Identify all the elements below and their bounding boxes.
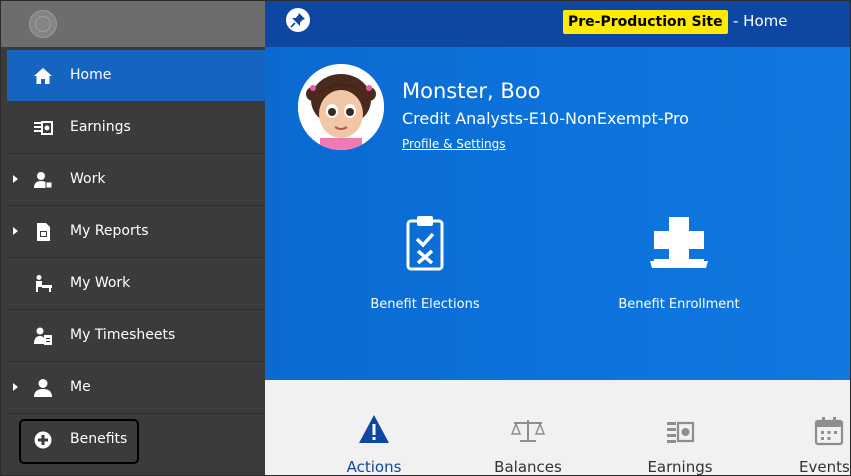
tab-actions[interactable]: Actions bbox=[317, 380, 431, 475]
tab-earnings[interactable]: Earnings bbox=[629, 380, 731, 475]
tab-label: Actions bbox=[346, 458, 402, 476]
page-title: - Home bbox=[733, 12, 788, 30]
bottom-tab-bar: Actions Balances Earnings Events bbox=[265, 380, 850, 475]
profile-settings-link[interactable]: Profile & Settings bbox=[402, 137, 506, 151]
home-icon bbox=[34, 68, 52, 84]
pre-production-badge: Pre-Production Site bbox=[563, 10, 728, 34]
tab-label: Events bbox=[799, 458, 850, 476]
sidebar-item-work[interactable]: Work bbox=[7, 154, 265, 206]
expand-arrow-icon[interactable] bbox=[13, 227, 18, 235]
warning-icon bbox=[359, 415, 389, 443]
clipboard-check-icon bbox=[406, 216, 444, 271]
sidebar-item-label: Earnings bbox=[70, 119, 131, 135]
tab-label: Balances bbox=[494, 458, 562, 476]
pin-button[interactable] bbox=[286, 8, 310, 32]
sidebar: Home Earnings Work My Reports My Work My… bbox=[1, 1, 265, 475]
app-logo[interactable] bbox=[29, 10, 57, 38]
benefit-enrollment-tile[interactable]: Benefit Enrollment bbox=[594, 215, 764, 319]
tile-label: Benefit Elections bbox=[370, 297, 480, 312]
work-icon bbox=[34, 172, 53, 189]
user-job-title: Credit Analysts-E10-NonExempt-Pro bbox=[402, 109, 689, 128]
scale-icon bbox=[510, 420, 546, 442]
profile-hero: Monster, Boo Credit Analysts-E10-NonExem… bbox=[265, 47, 850, 380]
sidebar-item-earnings[interactable]: Earnings bbox=[7, 102, 265, 154]
avatar-image bbox=[298, 64, 384, 150]
sidebar-item-my-work[interactable]: My Work bbox=[7, 258, 265, 310]
benefit-elections-tile[interactable]: Benefit Elections bbox=[340, 215, 510, 319]
earnings-icon bbox=[667, 421, 695, 443]
pin-icon bbox=[290, 13, 305, 28]
avatar[interactable] bbox=[298, 64, 384, 150]
sidebar-item-me[interactable]: Me bbox=[7, 362, 265, 414]
sidebar-item-home[interactable]: Home bbox=[7, 50, 265, 101]
earnings-icon bbox=[34, 121, 53, 135]
sidebar-item-my-reports[interactable]: My Reports bbox=[7, 206, 265, 258]
timesheets-icon bbox=[34, 327, 52, 345]
reports-icon bbox=[37, 223, 50, 241]
sidebar-item-my-timesheets[interactable]: My Timesheets bbox=[7, 310, 265, 362]
my-work-icon bbox=[36, 275, 52, 292]
sidebar-item-label: My Timesheets bbox=[70, 327, 176, 343]
expand-arrow-icon[interactable] bbox=[13, 383, 18, 391]
tab-balances[interactable]: Balances bbox=[473, 380, 583, 475]
calendar-icon bbox=[814, 417, 844, 446]
sidebar-item-label: Home bbox=[70, 67, 112, 83]
tile-label: Benefit Enrollment bbox=[618, 297, 740, 312]
tab-events[interactable]: Events bbox=[795, 380, 850, 476]
top-header: Pre-Production Site - Home bbox=[265, 1, 850, 47]
expand-arrow-icon[interactable] bbox=[13, 175, 18, 183]
sidebar-item-label: Me bbox=[70, 379, 91, 395]
sidebar-item-label: My Work bbox=[70, 275, 131, 291]
medical-cross-icon bbox=[650, 217, 708, 268]
app-frame: Home Earnings Work My Reports My Work My… bbox=[0, 0, 851, 476]
user-name: Monster, Boo bbox=[402, 79, 541, 103]
benefits-highlight-box bbox=[19, 419, 139, 464]
tab-label: Earnings bbox=[647, 458, 713, 476]
user-icon bbox=[34, 379, 52, 397]
sidebar-item-label: My Reports bbox=[70, 223, 149, 239]
sidebar-header bbox=[1, 1, 265, 47]
sidebar-item-label: Work bbox=[70, 171, 106, 187]
